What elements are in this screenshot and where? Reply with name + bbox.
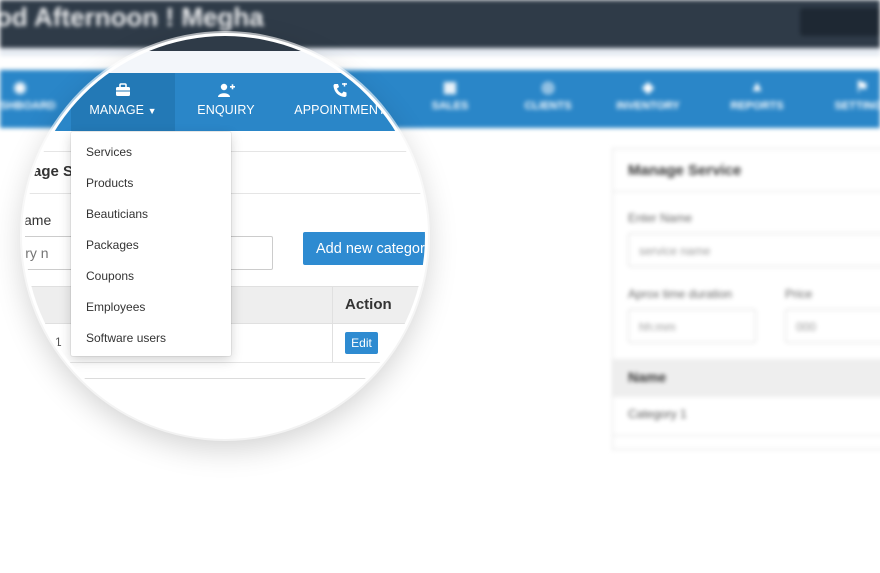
header-stripe xyxy=(25,51,425,73)
menu-item-services[interactable]: Services xyxy=(86,145,132,159)
price-label: Price xyxy=(785,287,813,301)
category-name-label: y Name xyxy=(24,212,52,228)
magnifier-lens: MANAGE ▼ ENQUIRY APPOINTMENT Manage Se y… xyxy=(22,33,428,439)
menu-item-employees[interactable]: Employees xyxy=(86,300,145,314)
reports-icon: ▲ xyxy=(749,78,765,95)
greeting-text: od Afternoon ! Megha xyxy=(0,2,264,32)
manage-dropdown-menu: Services Products Beauticians Packages C… xyxy=(71,132,231,356)
caret-down-icon: ▼ xyxy=(147,106,157,116)
price-input[interactable]: 000 xyxy=(785,309,880,343)
top-bar xyxy=(25,36,425,51)
nav-item-reports[interactable]: ▲ REPORTS xyxy=(717,70,797,128)
menu-item-beauticians[interactable]: Beauticians xyxy=(86,207,148,221)
nav-item-settings[interactable]: ⚑ SETTINGS xyxy=(822,70,880,128)
divider xyxy=(25,362,425,363)
enter-name-label: Enter Name xyxy=(628,211,693,225)
settings-icon: ⚑ xyxy=(855,79,869,96)
menu-item-software-users[interactable]: Software users xyxy=(86,331,166,345)
nav-item-inventory[interactable]: ◆ INVENTORY xyxy=(603,70,693,128)
nav-appointment-label: APPOINTMENT xyxy=(294,103,386,117)
nav-item-manage[interactable]: MANAGE ▼ xyxy=(71,73,175,131)
manage-service-panel: Manage Service Enter Name service name A… xyxy=(612,148,880,450)
manage-service-title: Manage Service xyxy=(628,162,742,179)
briefcase-icon xyxy=(71,81,175,103)
divider xyxy=(613,435,880,436)
edit-button[interactable]: Edit xyxy=(345,332,378,354)
menu-item-products[interactable]: Products xyxy=(86,176,133,190)
divider xyxy=(613,191,880,192)
column-separator xyxy=(332,286,333,363)
duration-input[interactable]: hh:mm xyxy=(628,309,756,343)
add-user-icon xyxy=(183,81,269,103)
nav-item-enquiry[interactable]: ENQUIRY xyxy=(183,73,269,131)
category-row-name: Category 1 xyxy=(22,335,62,349)
column-header-action: Action xyxy=(345,296,392,313)
service-row-category: Category 1 xyxy=(628,407,687,421)
duration-label: Aprox time duration xyxy=(628,287,733,301)
nav-manage-label: MANAGE xyxy=(89,103,145,117)
service-table-header: Name xyxy=(613,359,880,397)
divider xyxy=(73,378,373,379)
nav-item-appointment[interactable]: APPOINTMENT xyxy=(288,73,392,131)
add-new-category-button[interactable]: Add new category xyxy=(303,232,425,265)
service-name-input[interactable]: service name xyxy=(628,233,880,267)
menu-item-coupons[interactable]: Coupons xyxy=(86,269,134,283)
clients-icon: ◎ xyxy=(541,79,555,96)
main-navbar: MANAGE ▼ ENQUIRY APPOINTMENT xyxy=(25,73,425,131)
nav-enquiry-label: ENQUIRY xyxy=(197,103,255,117)
top-bar-button[interactable] xyxy=(800,8,880,36)
phone-icon xyxy=(288,81,392,103)
menu-item-packages[interactable]: Packages xyxy=(86,238,139,252)
inventory-icon: ◆ xyxy=(642,79,654,96)
nav-item-clients[interactable]: ◎ CLIENTS xyxy=(508,70,588,128)
